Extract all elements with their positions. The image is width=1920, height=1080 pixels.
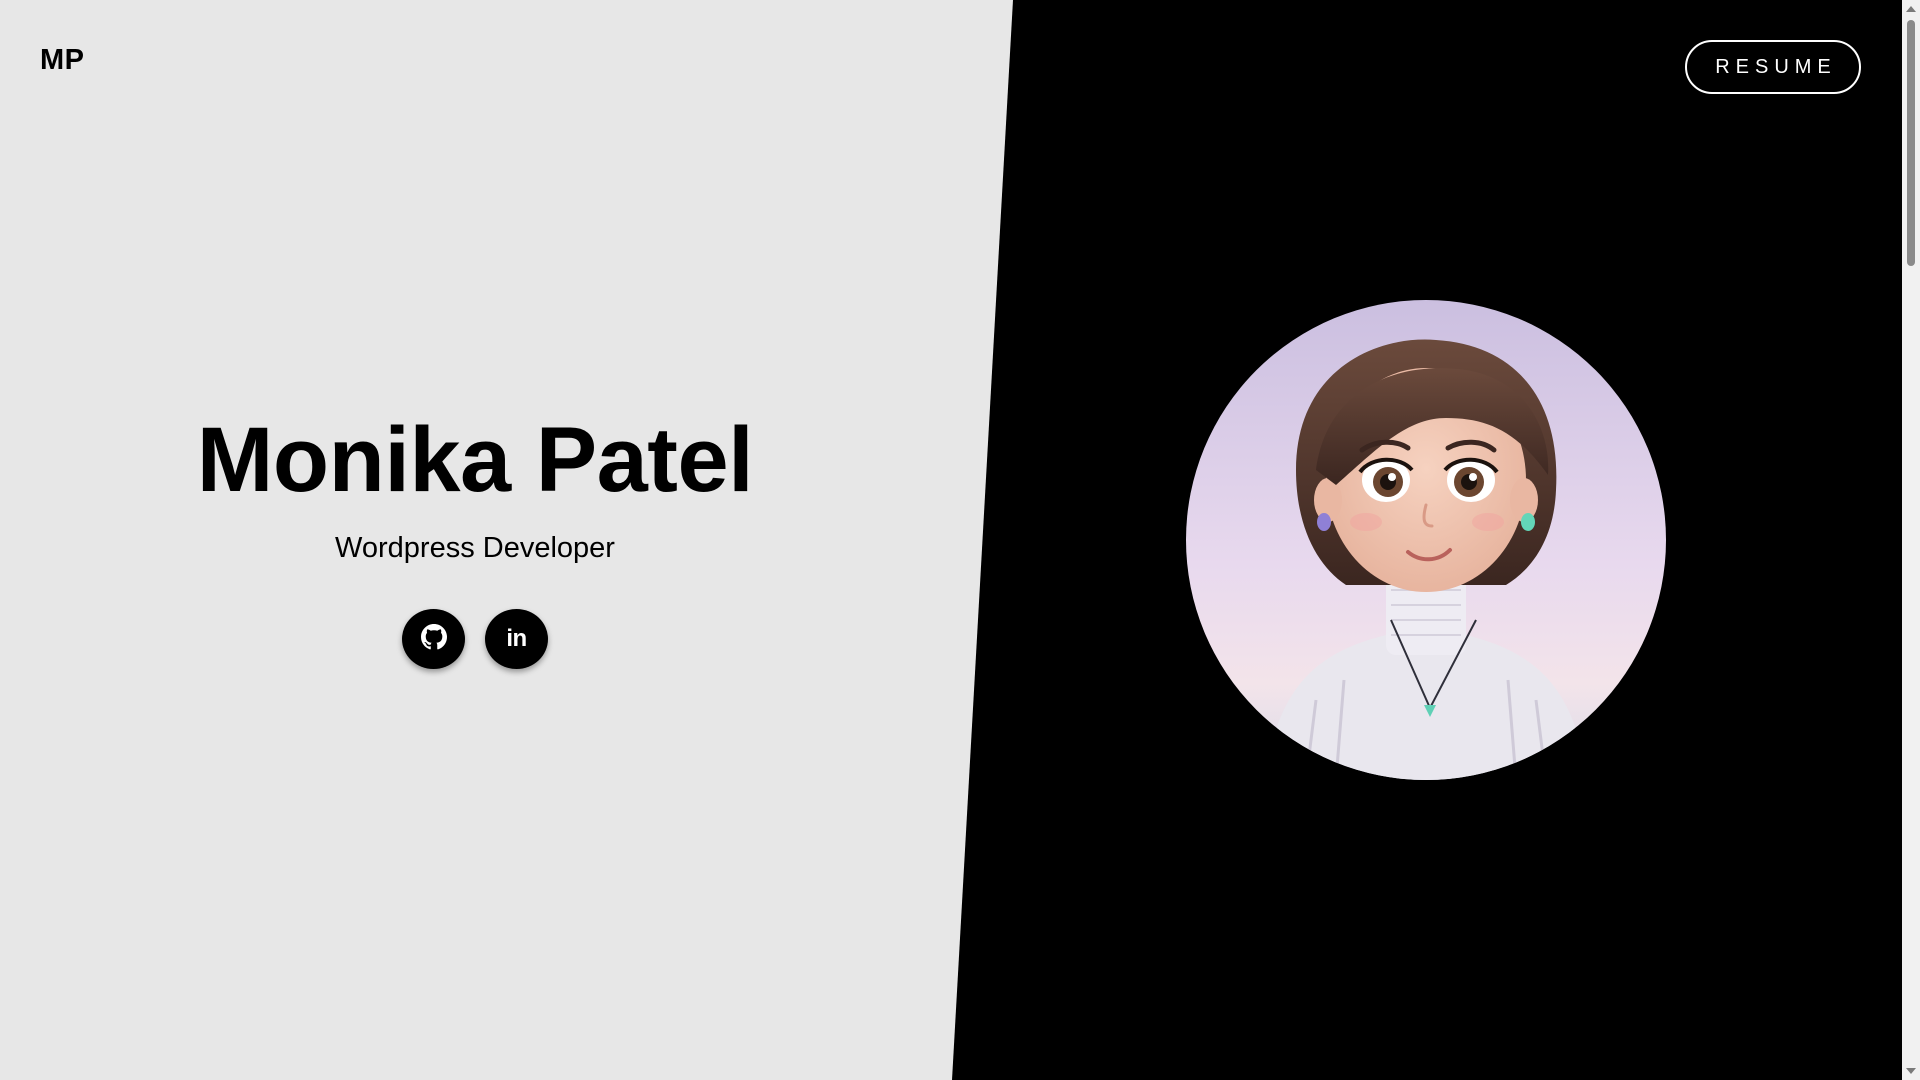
scroll-down-icon[interactable] [1906,1068,1916,1074]
cartoon-portrait-icon [1186,300,1666,780]
scroll-up-icon[interactable] [1906,6,1916,12]
github-button[interactable] [402,609,465,669]
avatar [1186,300,1666,780]
github-icon [420,623,447,655]
hero-section: Monika Patel Wordpress Developer [0,400,950,568]
linkedin-icon: in [506,625,527,652]
resume-button[interactable]: RESUME [1685,40,1861,94]
hero-name: Monika Patel [196,409,754,511]
portfolio-page: MP RESUME Monika Patel Wordpress Develop… [0,0,1920,1080]
linkedin-button[interactable]: in [485,609,548,669]
scrollbar[interactable] [1902,0,1920,1080]
social-links: in [402,609,548,669]
hero-role: Wordpress Developer [335,532,615,564]
scroll-thumb[interactable] [1907,20,1915,266]
logo[interactable]: MP [40,44,85,77]
